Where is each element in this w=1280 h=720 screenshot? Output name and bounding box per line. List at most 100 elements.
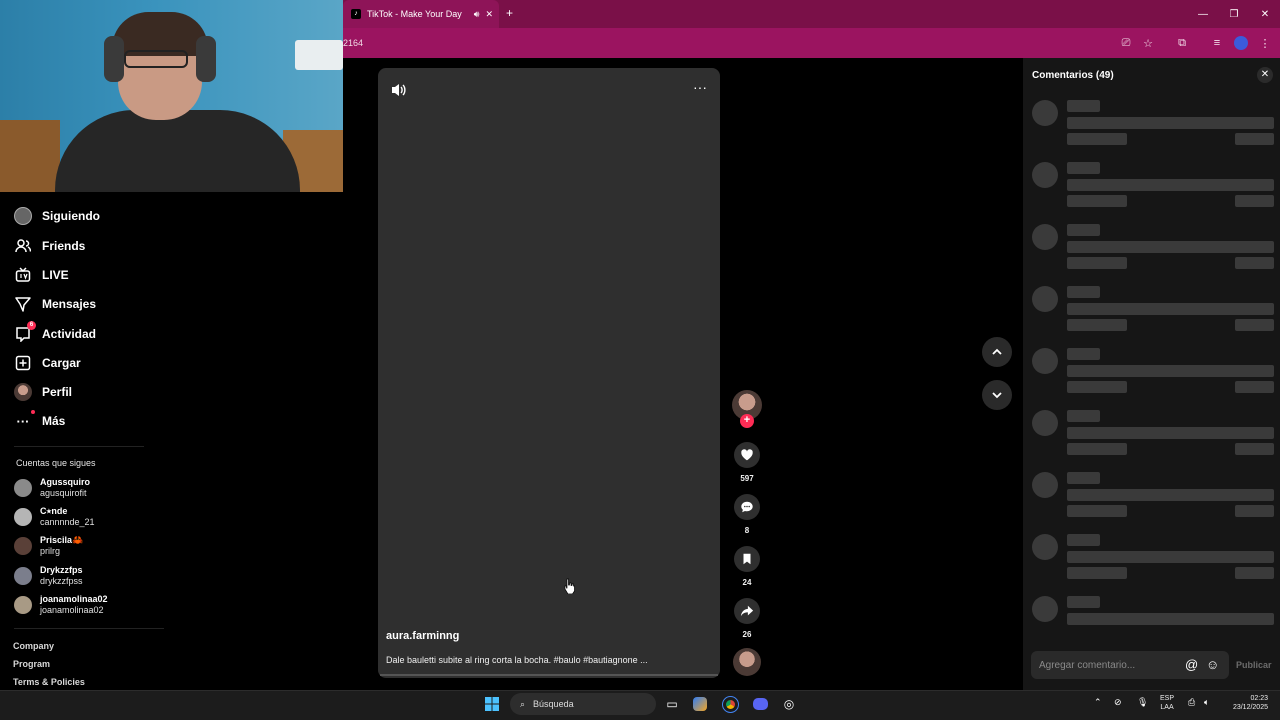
followed-account[interactable]: Agussquiro agusquirofit [14,477,90,499]
comment-skeleton-avatar [1032,348,1058,374]
extensions-icon[interactable]: ⧉ [1167,28,1197,58]
footer-link-company[interactable]: Company [13,641,54,651]
chrome-icon[interactable] [720,694,740,714]
video-caption[interactable]: Dale bauletti subite al ring corta la bo… [386,655,648,665]
sidebar-item-label: Más [42,414,66,428]
bookmark-icon[interactable] [734,546,760,572]
sidebar-item-label: Cargar [42,356,81,370]
tab-title: TikTok - Make Your Day [367,9,462,19]
share-icon[interactable] [734,598,760,624]
video-player[interactable] [378,68,720,678]
account-username: cannnnde_21 [40,517,95,527]
account-name: Agussquiro [40,477,91,487]
taskbar-search[interactable]: ⌕ Búsqueda [510,693,656,715]
account-name: Priscila🦀 [40,535,84,545]
clock-time: 02:23 [1250,695,1268,702]
followed-account[interactable]: C⭑nde cannnnde_21 [14,506,95,528]
heart-icon[interactable] [734,442,760,468]
comment-input-box[interactable] [1031,651,1229,679]
publish-comment-button[interactable]: Publicar [1236,660,1272,670]
comment-skeleton-like [1235,257,1274,269]
copilot-icon[interactable] [690,694,710,714]
sidebar-item-label: LIVE [42,268,69,282]
address-text: 2164 [343,38,364,48]
comment-skeleton-text [1067,241,1274,253]
sidebar-item-more[interactable]: ··· Más [14,410,66,430]
search-icon: ⌕ [520,698,526,709]
comment-skeleton-text [1067,303,1274,315]
more-icon: ··· [14,410,35,430]
previous-video-button[interactable] [982,337,1012,367]
restore-icon[interactable]: ❐ [1219,0,1249,28]
account-name: joanamolinaa02 [40,594,108,604]
share-action[interactable]: 26 [734,598,760,639]
comment-count: 8 [744,526,750,535]
sidebar-item-label: Perfil [42,385,73,399]
minimize-icon[interactable]: — [1188,0,1218,28]
video-progress-bar[interactable] [380,674,718,676]
account-username: agusquirofit [40,488,87,498]
volume-icon[interactable] [390,82,408,98]
discord-icon[interactable] [750,694,770,714]
browser-menu-icon[interactable]: ⋮ [1250,28,1280,58]
followed-account[interactable]: joanamolinaa02 joanamolinaa02 [14,594,108,616]
hand-cursor-icon [564,578,575,594]
bookmark-star-icon[interactable]: ☆ [1133,28,1163,58]
account-name: Drykzzfps [40,565,83,575]
task-view-icon[interactable]: ▭ [662,694,682,714]
account-name: C⭑nde [40,506,68,516]
like-action[interactable]: 597 [734,442,760,483]
save-action[interactable]: 24 [734,546,760,587]
microphone-icon[interactable]: 🎙︎ [1137,697,1148,708]
taskbar-clock[interactable]: 02:23 23/12/2025 [1222,694,1268,712]
language-indicator[interactable]: ESP LAA [1160,694,1174,712]
sidebar-item-friends[interactable]: Friends [14,237,85,255]
comment-icon[interactable] [734,494,760,520]
speaker-icon[interactable]: 🔈︎ [1204,697,1209,708]
video-more-options-icon[interactable]: ··· [690,80,710,98]
browser-tab[interactable]: ♪ TikTok - Make Your Day 🔊︎ ✕ [343,0,499,28]
sidebar-divider [14,628,164,629]
comment-skeleton-meta [1067,195,1127,207]
comment-input[interactable] [1039,659,1179,671]
comment-skeleton-like [1235,505,1274,517]
comment-skeleton-meta [1067,443,1127,455]
follow-plus-icon[interactable]: + [740,414,754,428]
tab-audio-icon[interactable]: 🔊︎ [474,9,480,20]
game-app-icon[interactable]: ◎ [779,694,799,714]
tray-chevron-up-icon[interactable]: ⌃ [1094,697,1102,708]
webcam-headphone-left [104,36,124,82]
mention-at-icon[interactable]: @ [1185,657,1198,672]
windows-start-icon[interactable] [482,694,502,714]
tab-close-icon[interactable]: ✕ [485,9,499,20]
followed-account[interactable]: Priscila🦀 prilrg [14,535,83,557]
account-username: joanamolinaa02 [40,605,104,615]
video-creator-username[interactable]: aura.farminng [386,630,459,642]
close-comments-icon[interactable]: ✕ [1257,67,1273,83]
sidebar-item-activity[interactable]: 6 Actividad [14,321,97,343]
sidebar-item-profile[interactable]: Perfil [14,383,72,401]
footer-link-terms[interactable]: Terms & Policies [13,677,85,687]
comment-skeleton-like [1235,567,1274,579]
tray-app-icon[interactable]: ⊘ [1114,697,1122,708]
comment-skeleton-like [1235,195,1274,207]
footer-link-program[interactable]: Program [13,659,50,669]
sidebar-item-upload[interactable]: Cargar [14,354,81,372]
followed-account[interactable]: Drykzzfps drykzzfpss [14,565,83,587]
new-tab-icon[interactable]: + [506,6,513,20]
sidebar-item-label: Siguiendo [42,209,100,223]
avatar [14,479,32,497]
close-window-icon[interactable]: ✕ [1250,0,1280,28]
emoji-icon[interactable]: ☺ [1206,657,1219,672]
sidebar-item-messages[interactable]: Mensajes [14,295,96,313]
activity-icon: 6 [14,321,36,343]
comment-action[interactable]: 8 [734,494,760,535]
sidebar-item-label: Actividad [42,327,97,341]
sound-disc-avatar[interactable] [733,648,761,676]
sidebar-item-live[interactable]: LIVE [14,266,69,284]
comment-skeleton-meta [1067,567,1127,579]
sidebar-item-following[interactable]: Siguiendo [14,207,100,225]
next-video-button[interactable] [982,380,1012,410]
network-icon[interactable]: ⎙ [1188,697,1195,708]
comment-skeleton-name [1067,348,1100,360]
